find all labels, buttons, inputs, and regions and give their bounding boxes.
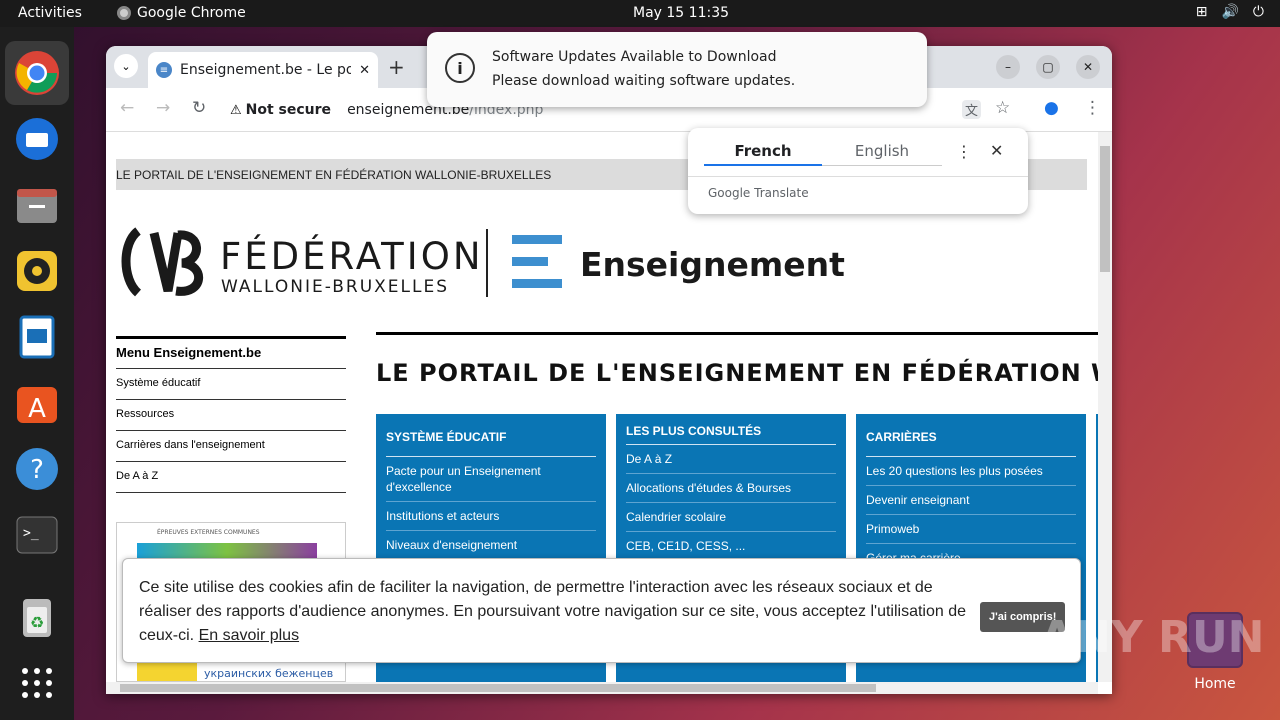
scroll-thumb[interactable] xyxy=(1100,146,1110,272)
translate-source-tab[interactable]: French xyxy=(704,140,822,166)
rhythmbox-icon[interactable] xyxy=(5,239,69,303)
column-link[interactable]: Allocations d'études & Bourses xyxy=(626,474,836,503)
writer-icon[interactable] xyxy=(5,305,69,369)
column-link[interactable]: CEB, CE1D, CESS, ... xyxy=(626,532,836,561)
logo-separator xyxy=(486,229,488,297)
menu-item-ressources[interactable]: Ressources xyxy=(116,400,346,431)
tab-enseignement[interactable]: ≡ Enseignement.be - Le portail ✕ xyxy=(148,52,378,88)
column-link[interactable]: Calendrier scolaire xyxy=(626,503,836,532)
translate-target-tab[interactable]: English xyxy=(822,140,942,166)
cookie-banner: Ce site utilise des cookies afin de faci… xyxy=(122,558,1081,663)
logo-line2: WALLONIE-BRUXELLES xyxy=(221,277,450,297)
menu-item-carrieres[interactable]: Carrières dans l'enseignement xyxy=(116,431,346,462)
volume-icon: 🔊 xyxy=(1221,4,1239,20)
dock: A ? >_ ♻ xyxy=(0,27,74,720)
help-icon[interactable]: ? xyxy=(5,437,69,501)
column-link[interactable]: Primoweb xyxy=(866,515,1076,544)
chrome-small-icon xyxy=(117,6,131,20)
google-translate-brand: Google Translate xyxy=(688,176,1028,200)
clock[interactable]: May 15 11:35 xyxy=(633,5,729,21)
side-menu: Menu Enseignement.be Système éducatif Re… xyxy=(116,336,346,493)
maximize-button[interactable]: ▢ xyxy=(1036,55,1060,79)
menu-item-systeme[interactable]: Système éducatif xyxy=(116,369,346,400)
translate-close-icon[interactable]: ✕ xyxy=(990,141,1003,160)
column-link[interactable]: De A à Z xyxy=(626,445,836,474)
app-center-icon[interactable]: A xyxy=(5,371,69,435)
trash-icon[interactable]: ♻ xyxy=(5,585,69,649)
reload-icon[interactable]: ↻ xyxy=(192,98,206,118)
logo-enseignement: Enseignement xyxy=(580,245,845,284)
translate-options-icon[interactable]: ⋮ xyxy=(956,142,972,161)
anyrun-watermark: ANY RUN xyxy=(1040,612,1265,663)
svg-text:>_: >_ xyxy=(23,526,39,541)
app-menu[interactable]: Google Chrome xyxy=(117,5,246,21)
column-link[interactable]: Pacte pour un Enseignement d'excellence xyxy=(386,457,596,502)
terminal-icon[interactable]: >_ xyxy=(5,503,69,567)
menu-title: Menu Enseignement.be xyxy=(116,336,346,369)
info-icon: i xyxy=(445,53,475,83)
fwb-logo-mark xyxy=(121,227,203,297)
horizontal-scrollbar[interactable] xyxy=(106,682,1098,694)
new-tab-button[interactable]: + xyxy=(388,55,405,79)
logo-line1: FÉDÉRATION xyxy=(220,235,484,278)
vertical-scrollbar[interactable] xyxy=(1098,132,1112,682)
column-heading[interactable]: SYSTÈME ÉDUCATIF xyxy=(386,414,596,457)
thunderbird-icon[interactable] xyxy=(5,107,69,171)
scroll-thumb[interactable] xyxy=(120,684,876,692)
svg-text:?: ? xyxy=(30,455,44,485)
fwb-logo[interactable]: FÉDÉRATION WALLONIE-BRUXELLES Enseigneme… xyxy=(120,227,845,307)
column-link[interactable]: Devenir enseignant xyxy=(866,486,1076,515)
home-label: Home xyxy=(1194,676,1236,692)
app-name: Google Chrome xyxy=(137,5,246,21)
promo-ukraine-text: украинских беженцев xyxy=(204,667,334,680)
minimize-button[interactable]: – xyxy=(996,55,1020,79)
page-title: LE PORTAIL DE L'ENSEIGNEMENT EN FÉDÉRATI… xyxy=(376,332,1098,387)
profile-icon[interactable]: ● xyxy=(1044,98,1059,118)
chrome-icon[interactable] xyxy=(5,41,69,105)
column-heading[interactable]: CARRIÈRES xyxy=(866,414,1076,457)
column-link[interactable]: Les 20 questions les plus posées xyxy=(866,457,1076,486)
cookie-more-link[interactable]: En savoir plus xyxy=(199,627,300,644)
close-window-button[interactable]: ✕ xyxy=(1076,55,1100,79)
tab-close-icon[interactable]: ✕ xyxy=(359,63,370,78)
power-icon: ⏻ xyxy=(1252,4,1264,20)
update-notification[interactable]: i Software Updates Available to Download… xyxy=(427,32,927,107)
menu-item-a-z[interactable]: De A à Z xyxy=(116,462,346,493)
files-icon[interactable] xyxy=(5,173,69,237)
notification-title: Software Updates Available to Download xyxy=(492,49,777,65)
not-secure-label[interactable]: Not secure xyxy=(246,102,331,118)
bookmark-star-icon[interactable]: ☆ xyxy=(995,98,1010,118)
warning-icon: ⚠ xyxy=(230,102,242,118)
cookie-text: Ce site utilise des cookies afin de faci… xyxy=(139,576,969,648)
tab-title: Enseignement.be - Le portail xyxy=(180,62,352,78)
back-icon[interactable]: ← xyxy=(120,98,134,118)
column-heading[interactable]: LES PLUS CONSULTÉS xyxy=(626,414,836,445)
menu-kebab-icon[interactable]: ⋮ xyxy=(1084,98,1101,118)
tab-search-button[interactable]: ⌄ xyxy=(114,54,138,78)
site-favicon: ≡ xyxy=(156,62,172,78)
notification-body: Please download waiting software updates… xyxy=(492,73,796,89)
activities-button[interactable]: Activities xyxy=(18,5,82,21)
translate-popup: French English ⋮ ✕ Google Translate xyxy=(688,128,1028,214)
column-link[interactable]: Institutions et acteurs xyxy=(386,502,596,531)
svg-text:A: A xyxy=(28,394,46,424)
svg-text:♻: ♻ xyxy=(30,613,44,632)
promo-heading: ÉPREUVES EXTERNES COMMUNES xyxy=(157,529,260,536)
translate-icon[interactable]: 文 xyxy=(962,100,982,119)
top-bar: Activities Google Chrome May 15 11:35 ⊞ … xyxy=(0,0,1280,27)
system-tray[interactable]: ⊞ 🔊 ⏻ xyxy=(1196,4,1264,20)
network-icon: ⊞ xyxy=(1195,4,1208,20)
show-apps-icon[interactable] xyxy=(5,651,69,715)
column-link[interactable]: Niveaux d'enseignement xyxy=(386,531,596,560)
forward-icon[interactable]: → xyxy=(156,98,170,118)
